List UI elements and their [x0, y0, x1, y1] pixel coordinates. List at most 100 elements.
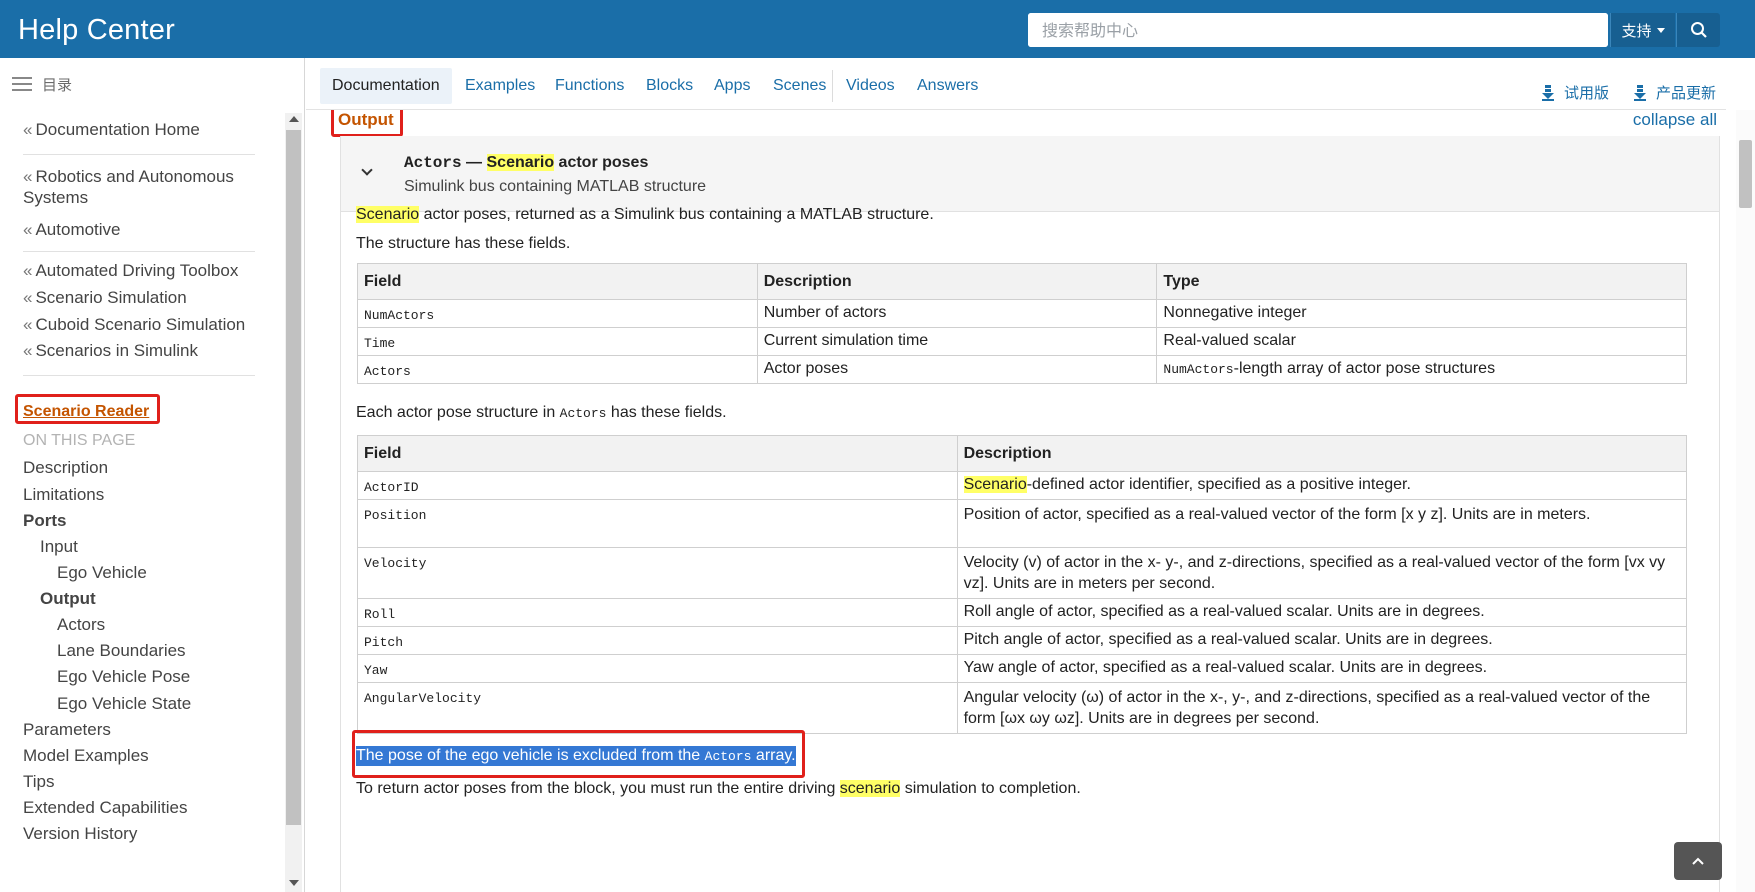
field-name: AngularVelocity — [357, 682, 958, 734]
toc-model-examples[interactable]: Model Examples — [23, 746, 149, 766]
help-center-logo[interactable]: Help Center — [18, 14, 175, 47]
search-highlight: Scenario — [356, 206, 420, 223]
port-title-rest: actor poses — [554, 154, 649, 171]
sidebar-scroll-thumb[interactable] — [286, 130, 301, 825]
toc-input[interactable]: Input — [40, 537, 78, 557]
column-header: Field — [357, 263, 758, 300]
search-button[interactable] — [1676, 13, 1720, 47]
caret-down-icon — [1656, 27, 1665, 33]
breadcrumb-cuboid-scenario-simulation[interactable]: «Cuboid Scenario Simulation — [23, 315, 245, 335]
product-updates-link[interactable]: 产品更新 — [1634, 82, 1716, 103]
breadcrumb-label: Automotive — [35, 220, 121, 239]
collapse-all-link[interactable]: collapse all — [1633, 110, 1717, 130]
product-updates-label: 产品更新 — [1656, 84, 1717, 102]
sidebar: 目录 «Documentation Home «Robotics and Aut… — [0, 58, 305, 892]
port-code-name: Actors — [404, 154, 462, 172]
toc-ego-vehicle[interactable]: Ego Vehicle — [57, 563, 147, 583]
tab-answers[interactable]: Answers — [917, 68, 978, 104]
trial-link[interactable]: 试用版 — [1542, 82, 1609, 103]
highlight-box — [352, 730, 805, 778]
highlight-box — [15, 394, 160, 424]
search-input[interactable] — [1028, 13, 1608, 47]
chevron-down-icon[interactable] — [361, 164, 373, 176]
breadcrumb-scenarios-in-simulink[interactable]: «Scenarios in Simulink — [23, 341, 198, 361]
column-header: Field — [357, 435, 958, 472]
field-name: NumActors — [357, 299, 758, 328]
breadcrumb-documentation-home[interactable]: «Documentation Home — [23, 120, 200, 140]
tab-scenes[interactable]: Scenes — [773, 68, 826, 104]
column-header: Type — [1156, 263, 1687, 300]
doc-tabs: Documentation Examples Functions Blocks … — [306, 58, 1726, 110]
page-scroll-thumb[interactable] — [1739, 140, 1752, 208]
each-pre: Each actor pose structure in — [356, 404, 560, 421]
on-this-page-heading: ON THIS PAGE — [23, 432, 136, 449]
field-name: ActorID — [357, 471, 958, 500]
toc-output[interactable]: Output — [40, 589, 96, 609]
toc-description[interactable]: Description — [23, 458, 108, 478]
intro-paragraph: Scenario actor poses, returned as a Simu… — [356, 206, 934, 224]
type-code: NumActors — [1163, 362, 1234, 377]
port-title: Actors — Scenario actor poses — [404, 154, 648, 172]
search-highlight: Scenario — [963, 476, 1027, 493]
toc-version-history[interactable]: Version History — [23, 824, 137, 844]
toc-tips[interactable]: Tips — [23, 772, 55, 792]
breadcrumb-label: Scenarios in Simulink — [35, 341, 198, 360]
breadcrumb-label: Documentation Home — [35, 120, 200, 139]
intro-text: actor poses, returned as a Simulink bus … — [419, 206, 934, 223]
table-row: Roll Roll angle of actor, specified as a… — [357, 598, 1688, 627]
tab-documentation[interactable]: Documentation — [320, 68, 452, 104]
port-panel-header[interactable]: Actors — Scenario actor poses Simulink b… — [341, 136, 1719, 212]
field-description: Position of actor, specified as a real-v… — [956, 499, 1688, 548]
breadcrumb-automated-driving-toolbox[interactable]: «Automated Driving Toolbox — [23, 261, 238, 281]
toc-limitations[interactable]: Limitations — [23, 485, 104, 505]
table-header-row: Field Description — [357, 435, 1688, 472]
fields-table: Field Description Type NumActors Number … — [357, 263, 1687, 384]
tab-blocks[interactable]: Blocks — [646, 68, 693, 104]
field-name: Actors — [357, 355, 758, 384]
breadcrumb-scenario-simulation[interactable]: «Scenario Simulation — [23, 288, 187, 308]
fields-intro: The structure has these fields. — [356, 235, 571, 252]
table-row: Velocity Velocity (v) of actor in the x-… — [357, 547, 1688, 599]
field-name: Pitch — [357, 626, 958, 655]
port-subtitle: Simulink bus containing MATLAB structure — [404, 178, 707, 195]
breadcrumb-label: Robotics and Autonomous Systems — [23, 167, 234, 207]
field-description: Yaw angle of actor, specified as a real-… — [956, 654, 1688, 683]
breadcrumb-automotive[interactable]: «Automotive — [23, 220, 121, 240]
field-description: Number of actors — [756, 299, 1158, 328]
breadcrumb-label: Cuboid Scenario Simulation — [35, 315, 246, 334]
toc-ego-vehicle-state[interactable]: Ego Vehicle State — [57, 694, 191, 714]
table-row: Actors Actor poses NumActors-length arra… — [357, 355, 1687, 384]
field-name: Velocity — [357, 547, 958, 599]
toc-parameters[interactable]: Parameters — [23, 720, 111, 740]
toc-lane-boundaries[interactable]: Lane Boundaries — [57, 641, 186, 661]
page-scrollbar[interactable] — [1736, 110, 1755, 892]
field-type: NumActors-length array of actor pose str… — [1156, 355, 1687, 384]
breadcrumb-robotics[interactable]: «Robotics and Autonomous Systems — [23, 166, 263, 208]
toc-ego-vehicle-pose[interactable]: Ego Vehicle Pose — [57, 667, 190, 687]
back-to-top-button[interactable] — [1674, 842, 1722, 880]
completion-paragraph: To return actor poses from the block, yo… — [356, 780, 1081, 798]
scroll-down-icon[interactable] — [289, 880, 299, 886]
table-row: ActorID Scenario-defined actor identifie… — [357, 471, 1688, 500]
tab-functions[interactable]: Functions — [555, 68, 624, 104]
support-dropdown-button[interactable]: 支持 — [1610, 13, 1675, 47]
column-header: Description — [756, 263, 1158, 300]
each-actor-paragraph: Each actor pose structure in Actors has … — [356, 404, 727, 422]
actor-pose-table: Field Description ActorID Scenario-defin… — [357, 435, 1688, 734]
tab-videos[interactable]: Videos — [846, 68, 895, 104]
field-name: Roll — [357, 598, 958, 627]
tab-examples[interactable]: Examples — [465, 68, 535, 104]
scroll-up-icon[interactable] — [289, 116, 299, 122]
table-row: Time Current simulation time Real-valued… — [357, 327, 1687, 356]
toc-extended-capabilities[interactable]: Extended Capabilities — [23, 798, 187, 818]
toc-actors[interactable]: Actors — [57, 615, 105, 635]
table-row: Position Position of actor, specified as… — [357, 499, 1688, 548]
toc-ports[interactable]: Ports — [23, 511, 66, 531]
search-icon — [1690, 22, 1707, 38]
field-name: Time — [357, 327, 758, 356]
last-pre: To return actor poses from the block, yo… — [356, 780, 840, 797]
field-name: Yaw — [357, 654, 958, 683]
field-type: Nonnegative integer — [1156, 299, 1687, 328]
search-highlight: scenario — [839, 780, 901, 797]
tab-apps[interactable]: Apps — [714, 68, 750, 104]
